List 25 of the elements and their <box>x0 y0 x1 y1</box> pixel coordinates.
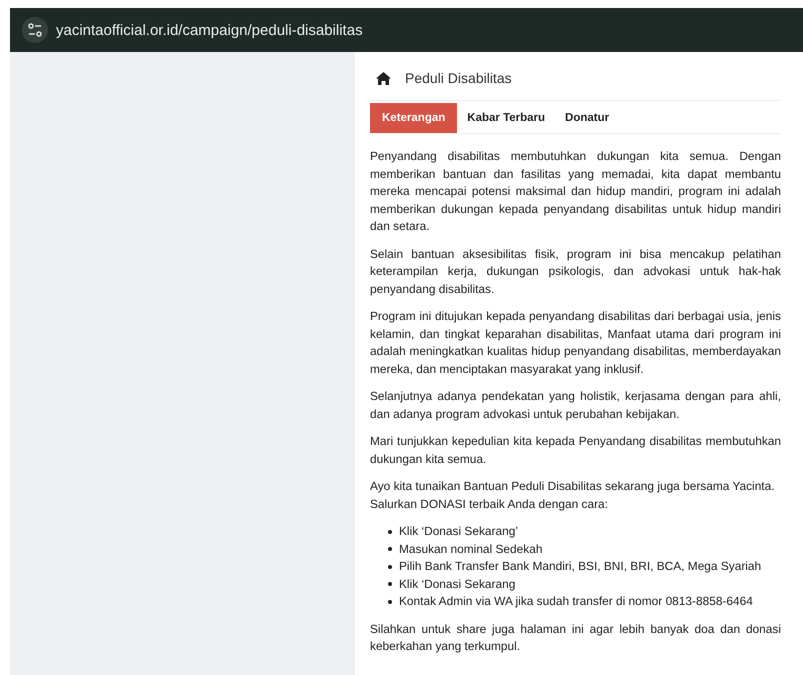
paragraph: Program ini ditujukan kepada penyandang disabilitas dari berbagai usia, jenis kelamin, dan tingkat keparahan disabilitas, Manfaat utama dari program ini adalah meningkatkan kualitas hidup penyandang disabilitas, memberdayakan mereka, dan menciptakan masyarakat yang inklusif. <box>370 308 781 378</box>
tab[interactable]: Donatur <box>555 103 620 133</box>
list-item: Masukan nominal Sedekah <box>399 540 542 558</box>
text-line: Ayo kita tunaikan Bantuan Peduli Disabilitas sekarang juga bersama Yacinta. <box>370 478 776 495</box>
list-item: Kontak Admin via WA jika sudah transfer di nomor 0813-8858-6464 <box>399 593 753 610</box>
tab[interactable]: Kabar Terbaru <box>457 103 556 133</box>
bullet-icon <box>388 600 392 604</box>
list-item: Klik ‘Donasi Sekarang <box>399 576 516 592</box>
site-settings-icon[interactable] <box>22 17 48 43</box>
paragraph: Silahkan untuk share juga halaman ini agar lebih banyak doa dan donasi keberkahan yang terkumpul. <box>370 620 781 655</box>
bullet-icon <box>388 582 392 586</box>
home-icon[interactable] <box>376 72 391 84</box>
paragraph: Selain bantuan aksesibilitas fisik, program ini bisa mencakup pelatihan keterampilan kerja, dukungan psikologis, dan advokasi untuk hak-hak penyandang disabilitas. <box>370 246 781 298</box>
tab[interactable]: Keterangan <box>370 103 458 133</box>
paragraph: Mari tunjukkan kepedulian kita kepada Penyandang disabilitas membutuhkan dukungan kita semua. <box>370 433 781 468</box>
bullet-icon <box>388 564 392 569</box>
page-title: Peduli Disabilitas <box>405 70 512 86</box>
bullet-icon <box>388 530 392 534</box>
list-item: Klik ‘Donasi Sekarang’ <box>399 523 518 540</box>
text-line: Salurkan DONASI terbaik Anda dengan cara: <box>370 496 609 512</box>
paragraph: Selanjutnya adanya pendekatan yang holistik, kerjasama dengan para ahli, dan adanya program advokasi untuk perubahan kebijakan. <box>370 388 781 422</box>
url-text: yacintaofficial.or.id/campaign/peduli-disabilitas <box>56 22 363 38</box>
bullet-icon <box>388 547 392 552</box>
list-item: Pilih Bank Transfer Bank Mandiri, BSI, BNI, BRI, BCA, Mega Syariah <box>399 558 762 575</box>
paragraph: Penyandang disabilitas membutuhkan dukungan kita semua. Dengan memberikan bantuan dan fasilitas yang memadai, kita dapat membantu mereka mencapai potensi maksimal dan hidup mandiri, program ini adalah memberikan dukungan kepada penyandang disabilitas untuk hidup mandiri dan setara. <box>370 148 781 235</box>
